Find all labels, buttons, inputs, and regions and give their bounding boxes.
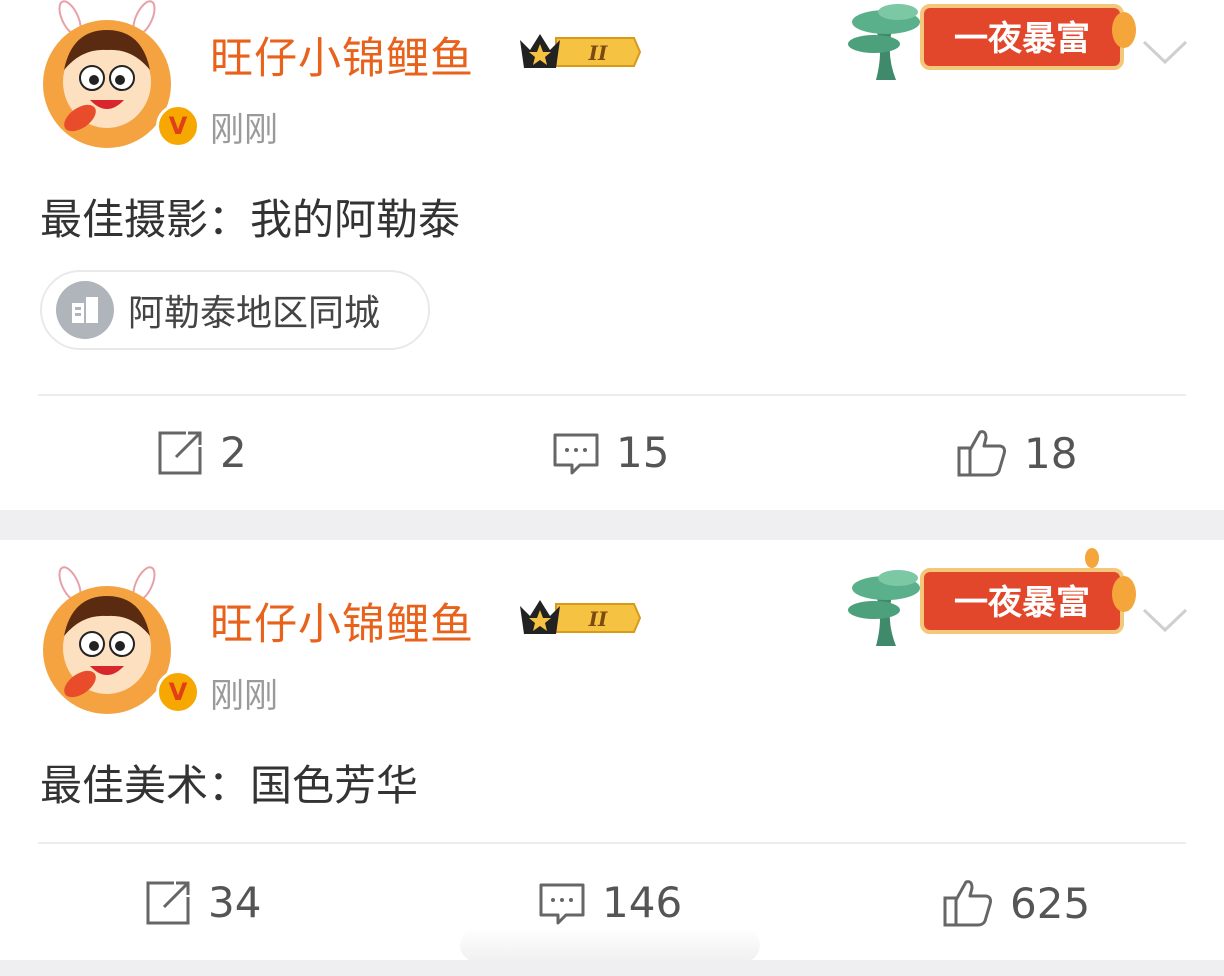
post-time: 刚刚 (210, 110, 278, 150)
scroll-indicator[interactable] (460, 928, 760, 962)
like-count: 18 (1024, 428, 1078, 478)
like-icon (957, 430, 1006, 477)
location-chip[interactable]: 阿勒泰地区同城 (40, 270, 430, 350)
like-icon (943, 880, 992, 927)
avatar[interactable]: V (32, 0, 200, 150)
avatar[interactable]: V (32, 566, 200, 716)
post-time: 刚刚 (210, 676, 278, 716)
like-count: 625 (1010, 878, 1091, 928)
divider (38, 394, 1186, 396)
comment-icon (539, 883, 585, 924)
comment-count: 15 (616, 428, 670, 477)
like-button[interactable]: 18 (956, 428, 1077, 478)
repost-icon (158, 431, 202, 474)
verified-badge: V (156, 104, 200, 148)
verified-badge: V (156, 670, 200, 714)
feed-separator (0, 960, 1224, 976)
comment-button[interactable]: 146 (538, 878, 682, 927)
repost-icon (146, 881, 190, 924)
post-card: V 旺仔小锦鲤鱼 II 刚刚 一夜暴富 最佳摄影：我的阿勒泰 阿勒泰地区同城 2… (0, 0, 1224, 510)
decorative-banner[interactable]: 一夜暴富 (846, 546, 1146, 650)
vip-level-label: II (588, 41, 608, 65)
comment-button[interactable]: 15 (552, 428, 669, 477)
post-content: 最佳美术：国色芳华 (40, 761, 419, 810)
banner-label: 一夜暴富 (954, 583, 1090, 623)
feed-separator (0, 510, 1224, 540)
repost-button[interactable]: 2 (156, 428, 247, 477)
comment-count: 146 (602, 878, 683, 927)
chevron-down-icon[interactable] (1140, 604, 1190, 634)
vip-crown-icon: II (520, 600, 642, 634)
username[interactable]: 旺仔小锦鲤鱼 (210, 24, 474, 86)
repost-count: 2 (220, 428, 247, 477)
chevron-down-icon[interactable] (1140, 36, 1190, 66)
post-content: 最佳摄影：我的阿勒泰 (40, 195, 461, 244)
comment-icon (553, 433, 599, 474)
vip-level-label: II (588, 607, 608, 631)
repost-count: 34 (208, 878, 262, 927)
repost-button[interactable]: 34 (144, 878, 261, 927)
divider (38, 842, 1186, 844)
location-building-icon (56, 281, 114, 339)
like-button[interactable]: 625 (942, 878, 1090, 928)
post-card: V 旺仔小锦鲤鱼 II 刚刚 一夜暴富 最佳美术：国色芳华 34 146 625 (0, 540, 1224, 960)
decorative-banner[interactable]: 一夜暴富 (846, 0, 1146, 84)
vip-crown-icon: II (520, 34, 642, 68)
username[interactable]: 旺仔小锦鲤鱼 (210, 590, 474, 652)
location-label: 阿勒泰地区同城 (128, 293, 381, 334)
banner-label: 一夜暴富 (954, 19, 1090, 59)
